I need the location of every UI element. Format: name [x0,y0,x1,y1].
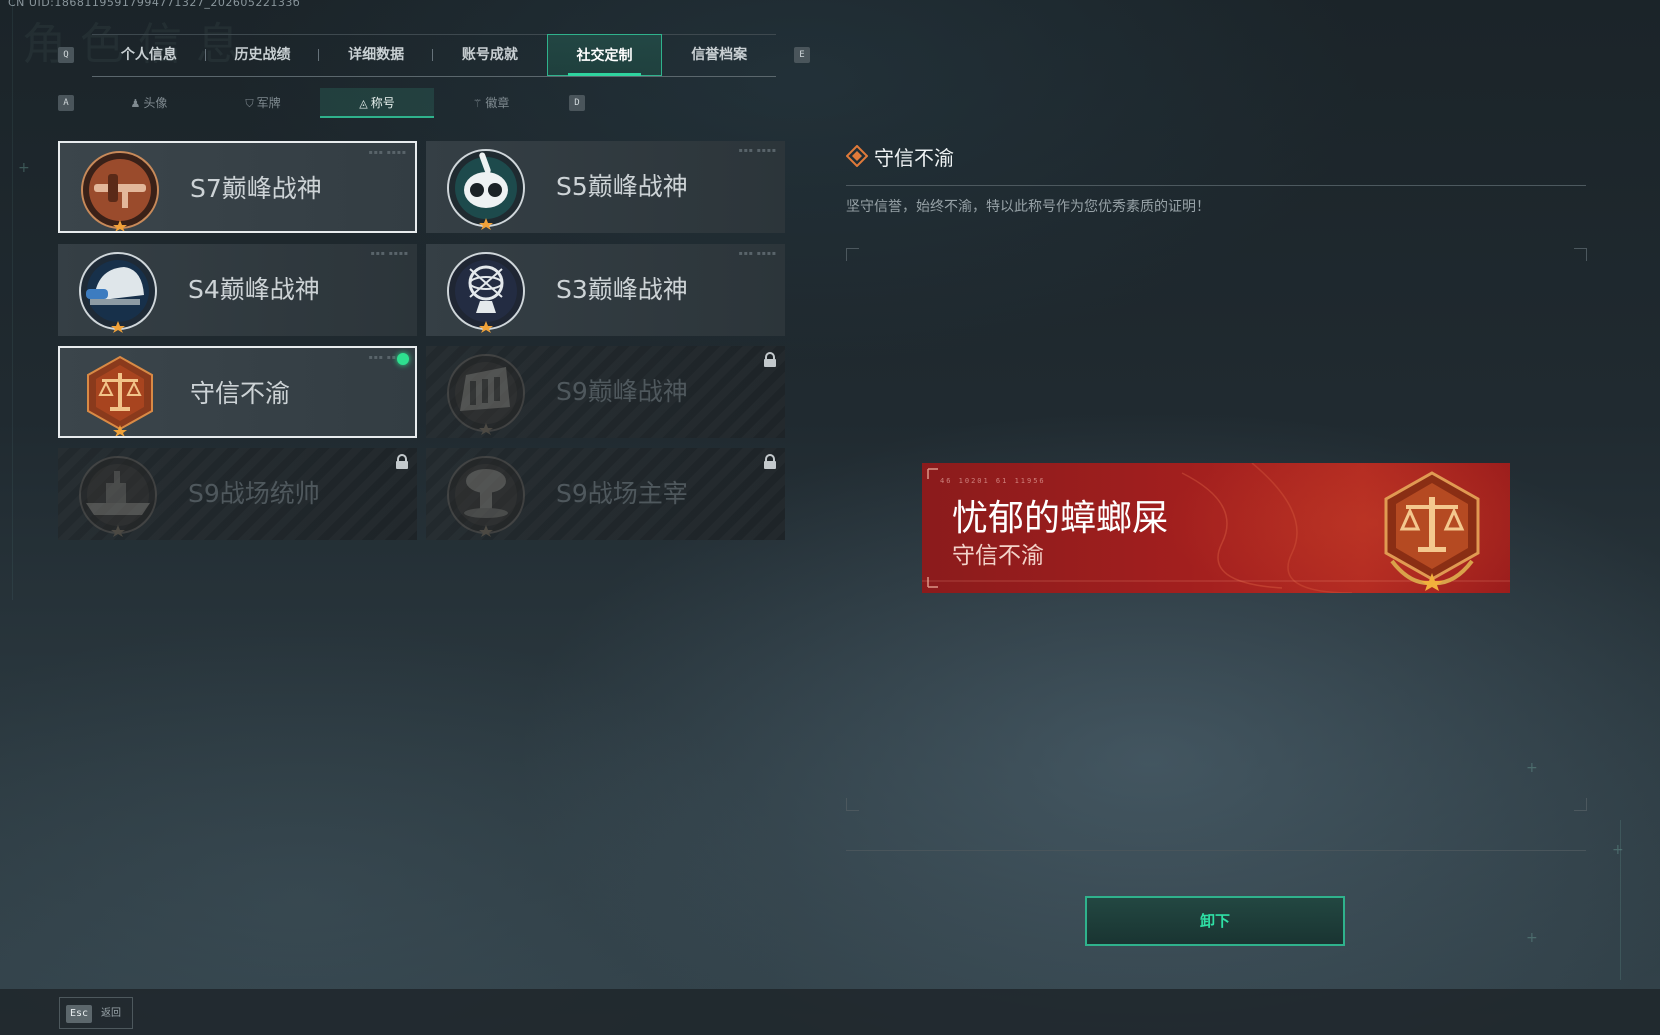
nameplate-player-name: 忧郁的蟑螂屎 [952,498,1169,539]
left-edge-line [12,0,13,600]
frame-corner-tr [1574,248,1587,261]
title-card-s7[interactable]: S7巅峰战神 ▪▪▪ ▪▪▪▪ [58,141,417,233]
title-card-trustworthy[interactable]: 守信不渝 ▪▪▪ ▪▪▪▪ [58,346,417,438]
unequip-button[interactable]: 卸下 [1085,896,1345,946]
title-card-s4[interactable]: S4巅峰战神 ▪▪▪ ▪▪▪▪ [58,244,417,336]
crosshair-mark: + [1526,760,1538,776]
scales-emblem-icon [87,355,153,436]
back-label: 返回 [101,1008,121,1019]
s5-skull-emblem-icon [447,149,525,230]
title-card-s9-commander[interactable]: S9战场统帅 [58,448,417,540]
tab-reputation[interactable]: 信誉档案 [662,34,776,76]
detail-title: 守信不渝 [874,146,954,170]
tab-label: 历史战绩 [234,47,291,63]
subtab-avatar[interactable]: ♟ 头像 [92,88,206,118]
card-deco-text: ▪▪▪ ▪▪▪▪ [738,147,777,154]
tab-social-custom[interactable]: 社交定制 [546,34,663,76]
title-card-name: S7巅峰战神 [190,174,322,203]
title-card-name: S9巅峰战神 [556,377,688,406]
nameplate-preview: 46 10201 61 11956 忧郁的蟑螂屎 守信不渝 [922,463,1510,593]
crosshair-mark: + [1526,930,1538,946]
detail-divider [846,185,1586,186]
badge-icon: ⚚ [472,97,483,110]
right-edge-line [1620,820,1621,980]
person-icon: ♟ [130,97,141,110]
tab-detailed-data[interactable]: 详细数据 [319,34,434,76]
esc-key-badge: Esc [66,1005,92,1023]
subtab-dogtag[interactable]: ⛉ 军牌 [206,88,320,118]
crosshair-mark: + [18,160,30,176]
subtab-label: 军牌 [256,96,281,110]
lock-icon [764,454,776,469]
s9-fortress-emblem-icon [447,354,525,435]
title-card-name: S9战场主宰 [556,479,688,508]
title-icon: ◬ [359,97,368,110]
prev-subtab-key[interactable]: A [58,95,74,111]
nameplate-scales-emblem-icon [1384,471,1480,591]
title-card-s3[interactable]: S3巅峰战神 ▪▪▪ ▪▪▪▪ [426,244,785,336]
title-card-s9-peak[interactable]: S9巅峰战神 [426,346,785,438]
crosshair-mark: + [1612,842,1624,858]
title-card-name: S4巅峰战神 [188,275,320,304]
tab-label: 信誉档案 [691,47,748,63]
frame-corner-br [1574,798,1587,811]
tab-label: 个人信息 [120,47,177,63]
detail-bottom-rule [846,850,1586,851]
tab-history[interactable]: 历史战绩 [206,34,320,76]
title-card-name: S9战场统帅 [188,479,320,508]
frame-corner-tl [846,248,859,261]
main-tab-bar: 个人信息 历史战绩 详细数据 账号成就 社交定制 信誉档案 [92,34,776,77]
card-deco-text: ▪▪▪ ▪▪▪▪ [368,149,407,156]
s3-globe-emblem-icon [447,252,525,333]
tab-label: 详细数据 [348,47,405,63]
dogtag-icon: ⛉ [245,97,254,110]
s4-helmet-emblem-icon [79,252,157,333]
tab-label: 社交定制 [576,48,633,64]
title-card-s5[interactable]: S5巅峰战神 ▪▪▪ ▪▪▪▪ [426,141,785,233]
lock-icon [396,454,408,469]
tab-label: 账号成就 [461,47,518,63]
s7-crossbow-emblem-icon [81,151,159,231]
subtab-label: 徽章 [485,96,510,110]
card-deco-text: ▪▪▪ ▪▪▪▪ [738,250,777,257]
equipped-indicator-icon [397,353,409,365]
lock-icon [764,352,776,367]
subtab-title[interactable]: ◬ 称号 [320,88,434,118]
tab-personal-info[interactable]: 个人信息 [92,34,206,76]
sub-tab-bar: ♟ 头像 ⛉ 军牌 ◬ 称号 ⚚ 徽章 [92,88,548,118]
title-card-name: S5巅峰战神 [556,172,688,201]
subtab-label: 头像 [143,96,168,110]
detail-description: 坚守信誉，始终不渝，特以此称号作为您优秀素质的证明！ [846,199,1210,215]
tab-achievements[interactable]: 账号成就 [433,34,547,76]
footer-bar [0,989,1660,1035]
subtab-badge[interactable]: ⚚ 徽章 [434,88,548,118]
nameplate-title: 守信不渝 [952,543,1044,569]
next-tab-key[interactable]: E [794,47,810,63]
title-card-s9-dominator[interactable]: S9战场主宰 [426,448,785,540]
frame-corner-bl [846,798,859,811]
card-deco-text: ▪▪▪ ▪▪▪▪ [370,250,409,257]
s9-mushroom-cloud-emblem-icon [447,456,525,537]
title-card-name: S3巅峰战神 [556,275,688,304]
s9-warship-emblem-icon [79,456,157,537]
prev-tab-key[interactable]: Q [58,47,74,63]
title-card-name: 守信不渝 [190,379,291,408]
subtab-label: 称号 [370,96,395,110]
next-subtab-key[interactable]: D [569,95,585,111]
title-diamond-icon [846,145,868,167]
back-button[interactable]: Esc 返回 [59,997,133,1029]
nameplate-code: 46 10201 61 11956 [940,477,1046,485]
